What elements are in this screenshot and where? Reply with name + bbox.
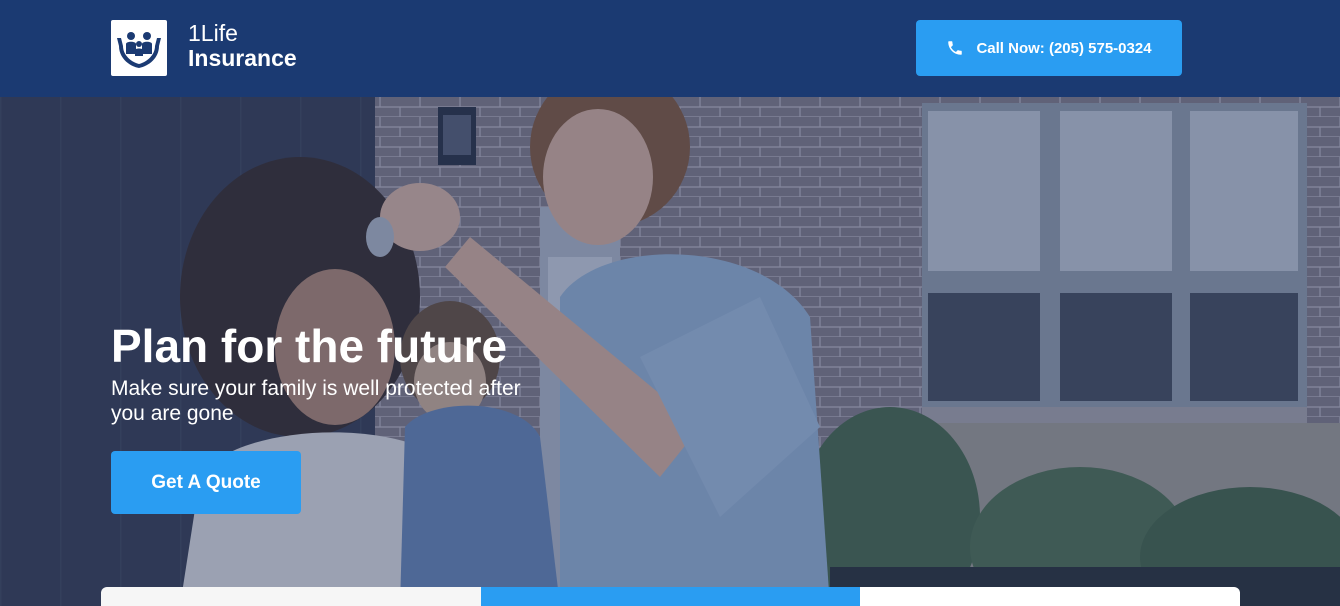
- hero-subtitle: Make sure your family is well protected …: [111, 377, 521, 426]
- get-quote-button[interactable]: Get A Quote: [111, 451, 301, 514]
- brand-line-2: Insurance: [188, 45, 297, 72]
- family-hands-icon: [117, 32, 161, 68]
- phone-icon: [948, 41, 963, 55]
- hero-section: Plan for the future Make sure your famil…: [0, 97, 1340, 606]
- feature-tabs: [101, 587, 1240, 606]
- feature-tab-1[interactable]: [101, 587, 481, 606]
- feature-tab-3[interactable]: [860, 587, 1240, 606]
- brand-name[interactable]: 1Life Insurance: [188, 20, 297, 72]
- feature-tab-2[interactable]: [480, 587, 861, 606]
- hero-title: Plan for the future: [111, 320, 508, 372]
- brand-line-1: 1Life: [188, 20, 238, 46]
- logo[interactable]: [111, 20, 167, 76]
- call-now-label: Call Now: (205) 575-0324: [976, 39, 1152, 57]
- site-header: 1Life Insurance Call Now: (205) 575-0324: [0, 0, 1340, 97]
- call-now-button[interactable]: Call Now: (205) 575-0324: [916, 20, 1182, 76]
